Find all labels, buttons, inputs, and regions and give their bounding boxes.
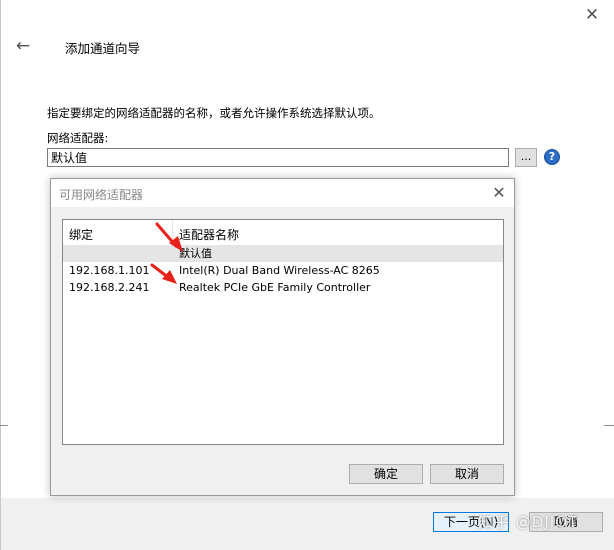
list-item[interactable]: 192.168.2.241 Realtek PCIe GbE Family Co… bbox=[63, 280, 503, 296]
help-icon[interactable]: ? bbox=[544, 149, 560, 165]
dialog-titlebar: 可用网络适配器 ✕ bbox=[51, 179, 514, 207]
list-item[interactable]: 192.168.1.101 Intel(R) Dual Band Wireles… bbox=[63, 263, 503, 279]
divider bbox=[0, 425, 8, 426]
column-header-adapter-name[interactable]: 适配器名称 bbox=[179, 226, 239, 243]
ok-button[interactable]: 确定 bbox=[349, 464, 423, 484]
back-arrow-icon[interactable]: ← bbox=[12, 36, 34, 56]
browse-button[interactable]: ... bbox=[515, 148, 537, 167]
watermark: 知乎 @DJIOT bbox=[478, 513, 579, 531]
adapter-list[interactable]: 绑定 适配器名称 默认值 192.168.1.101 Intel(R) Dual… bbox=[62, 219, 504, 445]
available-adapters-dialog: 可用网络适配器 ✕ 绑定 适配器名称 默认值 192.168.1.101 Int… bbox=[50, 178, 515, 496]
dialog-cancel-button[interactable]: 取消 bbox=[430, 464, 504, 484]
close-icon[interactable]: ✕ bbox=[581, 5, 603, 25]
divider bbox=[604, 425, 614, 426]
instruction-text: 指定要绑定的网络适配器的名称，或者允许操作系统选择默认项。 bbox=[47, 106, 381, 120]
adapter-name-cell: Realtek PCIe GbE Family Controller bbox=[179, 281, 371, 294]
binding-cell: 192.168.1.101 bbox=[69, 264, 150, 277]
column-header-binding[interactable]: 绑定 bbox=[69, 226, 93, 243]
adapter-label: 网络适配器: bbox=[47, 131, 109, 145]
wizard-title: 添加通道向导 bbox=[65, 41, 141, 56]
adapter-name-cell: Intel(R) Dual Band Wireless-AC 8265 bbox=[179, 264, 380, 277]
binding-cell: 192.168.2.241 bbox=[69, 281, 150, 294]
adapter-name-cell: 默认值 bbox=[179, 247, 212, 260]
close-icon[interactable]: ✕ bbox=[488, 182, 510, 204]
list-item[interactable]: 默认值 bbox=[63, 246, 503, 262]
dialog-title: 可用网络适配器 bbox=[59, 188, 144, 202]
list-header: 绑定 适配器名称 bbox=[63, 220, 503, 246]
adapter-input[interactable]: 默认值 bbox=[47, 148, 509, 167]
column-divider[interactable] bbox=[172, 220, 173, 245]
